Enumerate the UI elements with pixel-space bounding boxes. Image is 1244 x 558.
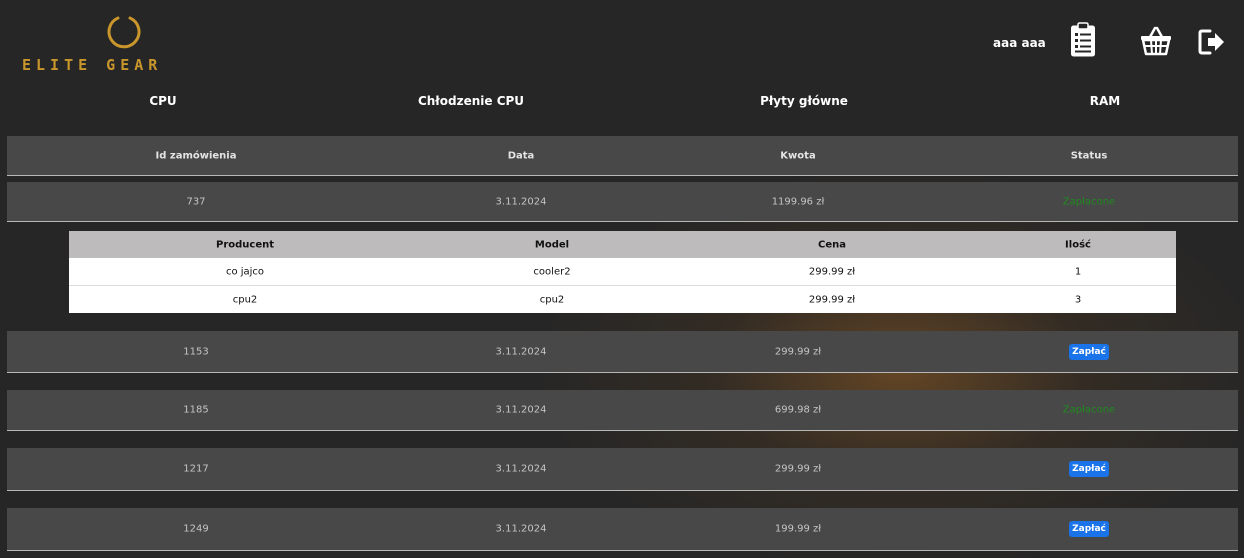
column-header-date: Data — [507, 150, 535, 161]
user-name[interactable]: aaa aaa — [993, 36, 1046, 50]
item-quantity: 3 — [1074, 294, 1082, 305]
order-date: 3.11.2024 — [495, 463, 547, 475]
basket-icon[interactable] — [1140, 26, 1172, 56]
order-date: 3.11.2024 — [495, 196, 547, 207]
order-row[interactable]: 1153 3.11.2024 299.99 zł Zapłać — [7, 331, 1238, 373]
elite-gear-logo[interactable]: ELITE GEAR — [18, 6, 198, 76]
header: ELITE GEAR aaa aaa — [0, 0, 1244, 86]
item-model: cooler2 — [533, 266, 571, 277]
column-header-status: Status — [1070, 150, 1108, 161]
order-status-paid: Zapłacone — [1062, 196, 1116, 207]
nav-item-ram[interactable]: RAM — [1090, 94, 1120, 108]
order-details-table: Producent Model Cena Ilość co jajco cool… — [69, 231, 1176, 313]
nav-item-cpu[interactable]: CPU — [149, 94, 176, 108]
column-header-order-id: Id zamówienia — [155, 150, 237, 161]
item-quantity: 1 — [1074, 266, 1082, 277]
item-model: cpu2 — [539, 294, 565, 305]
item-price: 299.99 zł — [808, 294, 856, 305]
order-id: 1217 — [183, 463, 209, 475]
pay-button[interactable]: Zapłać — [1069, 461, 1109, 477]
pay-button[interactable]: Zapłać — [1069, 521, 1109, 537]
order-id: 1249 — [183, 523, 209, 535]
order-details-header: Producent Model Cena Ilość — [69, 231, 1176, 258]
column-header-producer: Producent — [215, 239, 275, 250]
order-amount: 1199.96 zł — [771, 196, 825, 207]
pay-button[interactable]: Zapłać — [1069, 343, 1109, 360]
column-header-price: Cena — [818, 239, 846, 250]
logout-icon[interactable] — [1198, 28, 1226, 56]
order-status-paid: Zapłacone — [1062, 404, 1116, 416]
orders-table-header: Id zamówienia Data Kwota Status — [7, 136, 1238, 176]
column-header-amount: Kwota — [780, 150, 816, 161]
order-item-row: co jajco cooler2 299.99 zł 1 — [69, 258, 1176, 286]
order-id: 737 — [186, 196, 206, 207]
order-date: 3.11.2024 — [495, 523, 547, 535]
item-price: 299.99 zł — [808, 266, 856, 277]
nav-item-cpu-cooling[interactable]: Chłodzenie CPU — [418, 94, 524, 108]
item-producer: cpu2 — [232, 294, 258, 305]
order-date: 3.11.2024 — [495, 404, 547, 416]
order-item-row: cpu2 cpu2 299.99 zł 3 — [69, 286, 1176, 313]
order-row[interactable]: 737 3.11.2024 1199.96 zł Zapłacone — [7, 182, 1238, 222]
order-row[interactable]: 1249 3.11.2024 199.99 zł Zapłać — [7, 508, 1238, 551]
order-date: 3.11.2024 — [495, 346, 547, 357]
logo-ring-icon — [107, 16, 141, 49]
orders-clipboard-icon[interactable] — [1070, 22, 1096, 58]
category-nav: CPU Chłodzenie CPU Płyty główne RAM — [0, 90, 1244, 114]
order-amount: 699.98 zł — [774, 404, 822, 416]
column-header-quantity: Ilość — [1065, 239, 1091, 250]
nav-item-motherboards[interactable]: Płyty główne — [760, 94, 848, 108]
column-header-model: Model — [534, 239, 570, 250]
order-row[interactable]: 1217 3.11.2024 299.99 zł Zapłać — [7, 448, 1238, 491]
logo-text: ELITE GEAR — [22, 56, 163, 74]
order-id: 1185 — [183, 404, 209, 416]
item-producer: co jajco — [225, 266, 265, 277]
order-amount: 299.99 zł — [774, 463, 822, 475]
order-amount: 299.99 zł — [774, 346, 822, 357]
order-amount: 199.99 zł — [774, 523, 822, 535]
order-id: 1153 — [183, 346, 209, 357]
order-row[interactable]: 1185 3.11.2024 699.98 zł Zapłacone — [7, 390, 1238, 431]
